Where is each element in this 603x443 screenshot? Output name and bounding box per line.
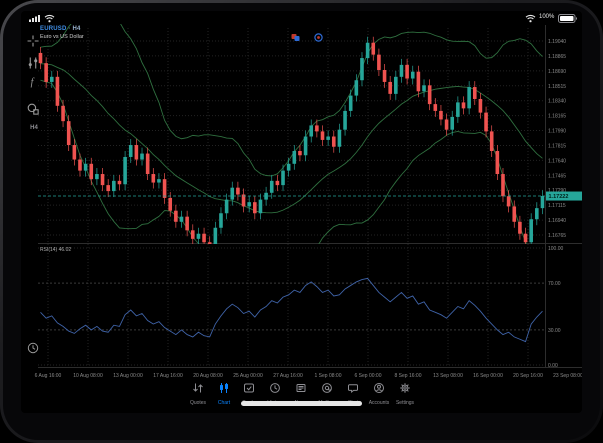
- rsi-axis-tick: 0.00: [548, 363, 558, 369]
- time-axis-tick: 27 Aug 16:00: [273, 373, 303, 379]
- chart-canvas[interactable]: 6 Aug 16:00 10 Aug 08:00 13 Aug 00:00 17 Au…: [21, 11, 582, 413]
- time-axis-tick: 23 Sep 08:00: [553, 373, 582, 379]
- calendar-event-icon[interactable]: [291, 33, 300, 42]
- symbol-header[interactable]: EURUSD · H4: [40, 26, 81, 32]
- mailbox-at-icon: [321, 382, 333, 394]
- tab-accounts[interactable]: Accounts: [366, 381, 392, 406]
- home-indicator[interactable]: [241, 401, 362, 406]
- timeframe-button[interactable]: H4: [26, 125, 42, 131]
- price-axis-tick: 1.17640: [548, 158, 566, 164]
- time-axis-tick: 16 Sep 00:00: [473, 373, 503, 379]
- price-axis-tick: 1.17990: [548, 129, 566, 135]
- chart-bars-icon: [218, 382, 230, 394]
- price-axis-tick: 1.18165: [548, 114, 566, 120]
- shapes-icon[interactable]: [26, 103, 40, 115]
- trade-box-icon: [243, 382, 255, 394]
- clock-icon[interactable]: [26, 342, 40, 354]
- price-axis-tick: 1.18690: [548, 69, 566, 75]
- time-axis-tick: 20 Sep 16:00: [513, 373, 543, 379]
- quotes-arrows-icon: [192, 382, 204, 394]
- price-axis-tick: 1.19040: [548, 39, 566, 45]
- accounts-person-icon: [373, 382, 385, 394]
- history-clock-icon: [269, 382, 281, 394]
- bollinger-bands: [41, 11, 543, 263]
- tab-label: Chart: [211, 400, 237, 406]
- time-axis-tick: 1 Sep 08:00: [315, 373, 342, 379]
- chat-bubble-icon: [347, 382, 359, 394]
- grid-layer: [38, 28, 545, 367]
- indicators-icon[interactable]: f: [25, 77, 39, 89]
- clock-event-icon[interactable]: [314, 33, 323, 42]
- rsi-axis-tick: 70.00: [548, 281, 561, 287]
- news-paper-icon: [295, 382, 307, 394]
- axis-labels: 6 Aug 16:00 10 Aug 08:00 13 Aug 00:00 17 Au…: [35, 39, 582, 379]
- crosshair-icon[interactable]: [26, 35, 40, 47]
- tab-chart[interactable]: Chart: [211, 381, 237, 406]
- rsi-indicator-label: RSI(14) 46.02: [40, 247, 71, 253]
- time-axis-tick: 25 Aug 00:00: [233, 373, 263, 379]
- price-axis-tick: 1.18515: [548, 84, 566, 90]
- time-axis-tick: 13 Sep 08:00: [433, 373, 463, 379]
- price-axis-tick: 1.18865: [548, 54, 566, 60]
- time-axis-tick: 17 Aug 16:00: [153, 373, 183, 379]
- symbol-label: EURUSD: [40, 26, 67, 32]
- settings-gear-icon: [399, 382, 411, 394]
- price-axis-tick: 1.16940: [548, 218, 566, 224]
- tab-settings[interactable]: Settings: [392, 381, 418, 406]
- price-axis-tick: 1.17465: [548, 173, 566, 179]
- tab-label: Accounts: [366, 400, 392, 406]
- screen: 100% 6 Aug 16:0010 Aug 08:0013 Aug 00:00…: [21, 11, 582, 413]
- current-price-label: 1.17222: [549, 194, 569, 200]
- price-axis-tick: 1.18340: [548, 99, 566, 105]
- time-axis-tick: 20 Aug 08:00: [193, 373, 223, 379]
- sliders-icon[interactable]: [26, 57, 40, 69]
- symbol-timeframe-label: · H4: [68, 26, 80, 32]
- time-axis-tick: 6 Aug 16:00: [35, 373, 62, 379]
- time-axis-tick: 10 Aug 08:00: [73, 373, 103, 379]
- tab-label: Quotes: [185, 400, 211, 406]
- price-axis-tick: 1.17815: [548, 143, 566, 149]
- price-axis-tick: 1.16765: [548, 233, 566, 239]
- tab-quotes[interactable]: Quotes: [185, 381, 211, 406]
- tab-label: Settings: [392, 400, 418, 406]
- time-axis-tick: 6 Sep 00:00: [355, 373, 382, 379]
- rsi-axis-tick: 30.00: [548, 328, 561, 334]
- time-axis-tick: 8 Sep 16:00: [395, 373, 422, 379]
- time-axis-tick: 13 Aug 00:00: [113, 373, 143, 379]
- symbol-description: Euro vs US Dollar: [40, 34, 84, 40]
- rsi-axis-tick: 100.00: [548, 246, 564, 252]
- price-axis-tick: 1.17115: [548, 203, 566, 209]
- rsi-line: [41, 278, 543, 341]
- candles-layer: [39, 37, 545, 252]
